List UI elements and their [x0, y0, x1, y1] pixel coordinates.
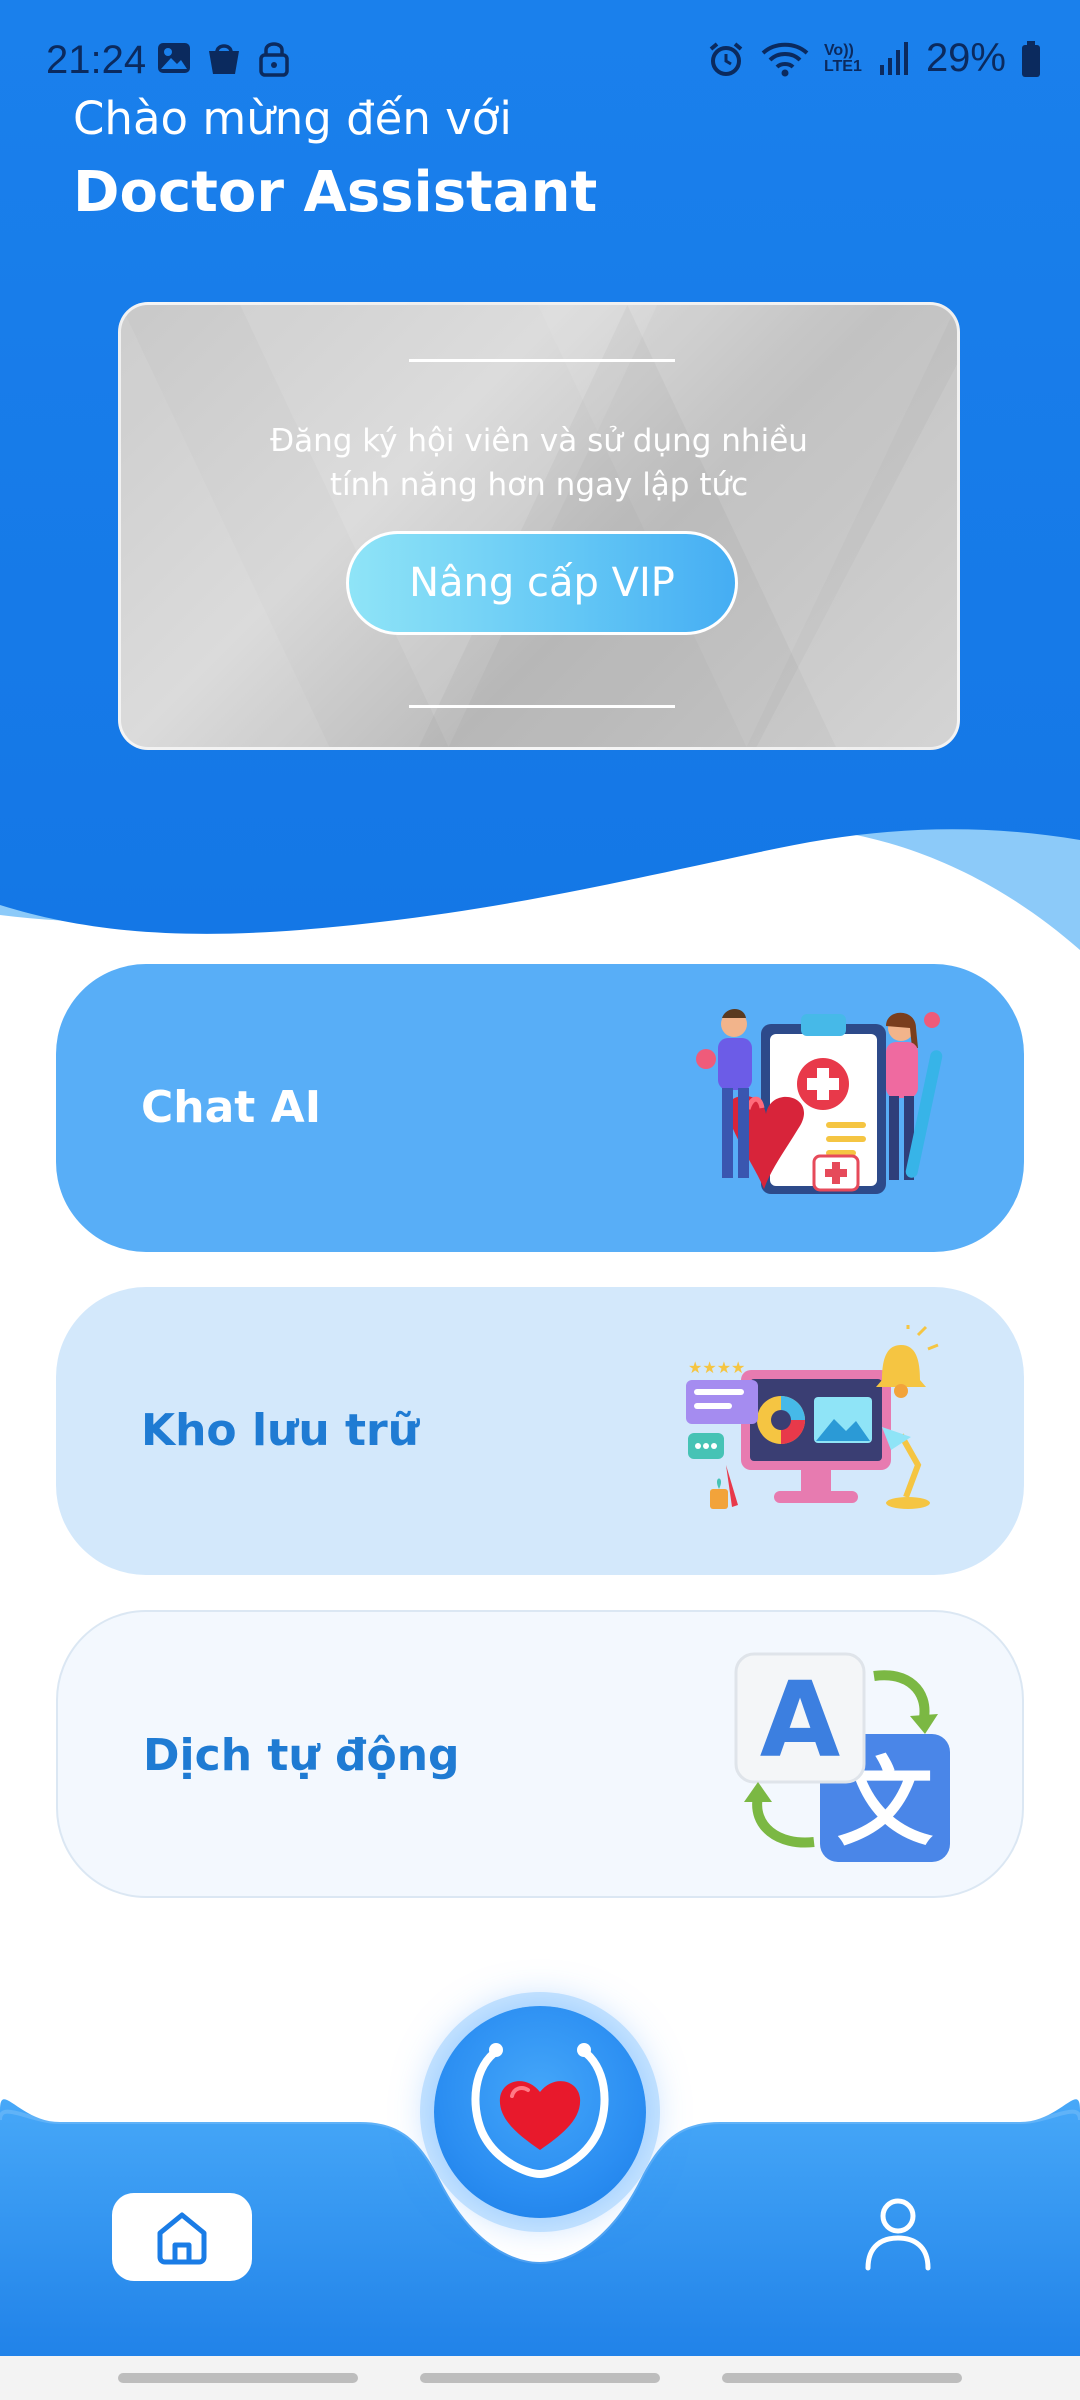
- volte-indicator: Vo)) LTE1: [823, 41, 862, 75]
- profile-nav-button[interactable]: [862, 2196, 934, 2272]
- lock-icon: [259, 42, 289, 77]
- vip-text-line2: tính năng hơn ngay lập tức: [329, 467, 749, 503]
- home-icon: [157, 2212, 207, 2265]
- vip-divider-bottom: [409, 705, 675, 708]
- stethoscope-heart-icon: [471, 2043, 609, 2179]
- vip-promo-card: Đăng ký hội viên và sử dụng nhiều tính n…: [118, 302, 960, 750]
- storage-label: Kho lưu trữ: [141, 1405, 420, 1456]
- auto-translate-label: Dịch tự động: [143, 1730, 460, 1781]
- battery-percent: 29%: [925, 36, 1006, 80]
- gallery-icon: [158, 43, 190, 73]
- home-nav-button[interactable]: [112, 2193, 252, 2281]
- svg-text:A: A: [760, 1659, 841, 1781]
- monitor-media-illustration: ★★★★: [686, 1325, 939, 1509]
- status-time: 21:24: [46, 38, 147, 82]
- signal-icon: [879, 41, 908, 75]
- storage-card[interactable]: Kho lưu trữ ★★★★: [56, 1287, 1024, 1575]
- back-gesture[interactable]: [722, 2373, 962, 2383]
- alarm-icon: [709, 41, 743, 76]
- home-gesture[interactable]: [420, 2373, 660, 2383]
- welcome-subtitle: Chào mừng đến với: [73, 92, 512, 145]
- status-right-icons: Vo)) LTE1 29%: [706, 36, 1042, 81]
- profile-icon: [865, 2198, 931, 2271]
- vip-card-pattern: [121, 305, 957, 747]
- wifi-icon: [761, 42, 809, 76]
- vip-text-line1: Đăng ký hội viên và sử dụng nhiều: [270, 423, 808, 459]
- health-center-button[interactable]: [434, 2006, 646, 2218]
- medical-team-illustration: [696, 1009, 943, 1194]
- chat-ai-label: Chat AI: [141, 1082, 322, 1133]
- vip-divider-top: [409, 359, 675, 362]
- upgrade-vip-button[interactable]: Nâng cấp VIP: [346, 531, 738, 635]
- svg-text:★★★★: ★★★★: [688, 1358, 745, 1377]
- chat-ai-card[interactable]: Chat AI: [56, 964, 1024, 1252]
- app-title: Doctor Assistant: [73, 160, 598, 225]
- status-left-icons: [154, 38, 294, 78]
- translate-icon: 文 A: [734, 1652, 950, 1862]
- battery-icon: [1022, 40, 1040, 77]
- shopping-bag-icon: [209, 44, 239, 74]
- auto-translate-card[interactable]: Dịch tự động 文 A: [56, 1610, 1024, 1898]
- recent-apps-gesture[interactable]: [118, 2373, 358, 2383]
